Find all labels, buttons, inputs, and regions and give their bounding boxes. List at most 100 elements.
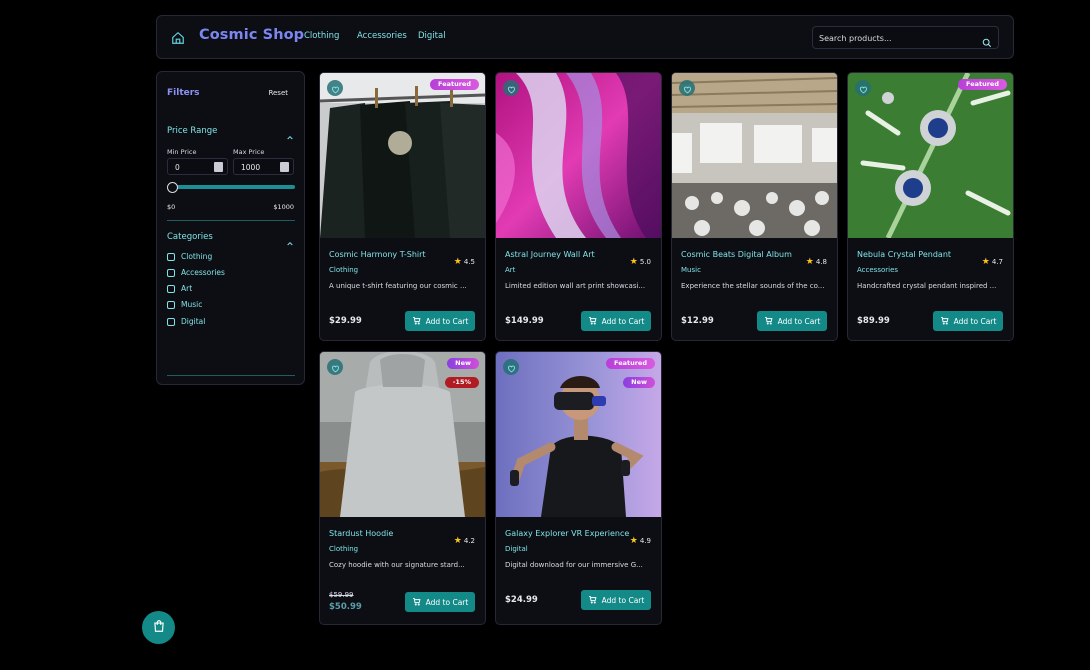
product-price: $12.99 [681, 316, 714, 326]
product-name[interactable]: Cosmic Beats Digital Album [681, 250, 801, 259]
star-icon: ★ [805, 257, 814, 267]
product-card[interactable]: New -15% Stardust Hoodie ★ 4.2 Clothing C… [319, 351, 486, 625]
favorite-button[interactable] [503, 80, 519, 96]
sale-price: $50.99 [329, 602, 362, 612]
featured-badge: Featured [958, 79, 1007, 90]
category-art[interactable]: Art [167, 284, 192, 293]
product-description: Cozy hoodie with our signature stard... [329, 561, 465, 569]
product-rating: ★ 4.8 [805, 257, 827, 267]
product-card[interactable]: Cosmic Beats Digital Album ★ 4.8 Music Ex… [671, 72, 838, 341]
floating-cart-button[interactable] [142, 611, 175, 644]
product-description: A unique t-shirt featuring our cosmic ..… [329, 282, 467, 290]
category-accessories[interactable]: Accessories [167, 268, 225, 277]
nav-link-clothing[interactable]: Clothing [304, 31, 339, 41]
nav-link-accessories[interactable]: Accessories [357, 31, 407, 41]
stepper-icon[interactable] [214, 162, 223, 172]
divider [167, 375, 295, 376]
product-category: Art [505, 266, 516, 274]
search-icon[interactable] [982, 33, 992, 48]
chevron-up-icon[interactable] [286, 233, 294, 246]
reset-filters-button[interactable]: Reset [268, 89, 288, 97]
product-name[interactable]: Galaxy Explorer VR Experience [505, 529, 645, 538]
product-image[interactable] [672, 73, 837, 238]
checkbox[interactable] [167, 317, 175, 326]
max-price-input[interactable] [241, 161, 279, 173]
checkbox[interactable] [167, 252, 175, 261]
product-description: Handcrafted crystal pendant inspired ... [857, 282, 997, 290]
product-rating: ★ 5.0 [629, 257, 651, 267]
cart-icon [588, 595, 597, 606]
product-card[interactable]: Featured Nebula Crystal Pendant ★ 4.7 Acc… [847, 72, 1014, 341]
product-name[interactable]: Cosmic Harmony T-Shirt [329, 250, 449, 259]
cart-icon [764, 316, 773, 327]
cart-icon [412, 316, 421, 327]
product-card[interactable]: Featured Cosmic Harmony T-Shirt ★ 4.5 Clo… [319, 72, 486, 341]
shopping-bag-icon [152, 618, 166, 637]
nav-link-digital[interactable]: Digital [418, 31, 446, 41]
product-category: Clothing [329, 545, 359, 553]
product-image[interactable] [496, 73, 661, 238]
max-price-label: Max Price [233, 148, 265, 156]
product-price: $29.99 [329, 316, 362, 326]
price-slider-thumb[interactable] [167, 182, 178, 193]
price-slider-track[interactable] [167, 185, 295, 189]
checkbox[interactable] [167, 300, 175, 309]
add-to-cart-button[interactable]: Add to Cart [405, 311, 475, 331]
product-category: Music [681, 266, 701, 274]
star-icon: ★ [981, 257, 990, 267]
product-rating: ★ 4.2 [453, 536, 475, 546]
add-to-cart-button[interactable]: Add to Cart [933, 311, 1003, 331]
product-category: Clothing [329, 266, 359, 274]
add-to-cart-button[interactable]: Add to Cart [757, 311, 827, 331]
cart-icon [940, 316, 949, 327]
product-name[interactable]: Stardust Hoodie [329, 529, 449, 538]
checkbox[interactable] [167, 268, 175, 277]
original-price: $59.99 [329, 591, 354, 599]
max-price-field [233, 158, 294, 175]
category-music[interactable]: Music [167, 300, 202, 309]
product-description: Experience the stellar sounds of the co.… [681, 282, 825, 290]
stepper-icon[interactable] [280, 162, 289, 172]
min-price-field [167, 158, 228, 175]
product-price: $149.99 [505, 316, 544, 326]
category-clothing[interactable]: Clothing [167, 252, 212, 261]
add-to-cart-button[interactable]: Add to Cart [405, 592, 475, 612]
heart-icon [507, 358, 516, 377]
product-category: Digital [505, 545, 528, 553]
product-image[interactable] [848, 73, 1013, 238]
product-description: Limited edition wall art print showcasi.… [505, 282, 646, 290]
heart-icon [683, 79, 692, 98]
heart-icon [331, 79, 340, 98]
add-to-cart-button[interactable]: Add to Cart [581, 311, 651, 331]
search-input[interactable] [819, 30, 979, 46]
divider [167, 220, 295, 221]
min-price-input[interactable] [175, 161, 213, 173]
add-to-cart-button[interactable]: Add to Cart [581, 590, 651, 610]
favorite-button[interactable] [679, 80, 695, 96]
product-card[interactable]: Astral Journey Wall Art ★ 5.0 Art Limited… [495, 72, 662, 341]
min-price-label: Min Price [167, 148, 197, 156]
product-rating: ★ 4.7 [981, 257, 1003, 267]
chevron-up-icon[interactable] [286, 127, 294, 140]
product-category: Accessories [857, 266, 899, 274]
cart-icon [588, 316, 597, 327]
favorite-button[interactable] [855, 80, 871, 96]
product-rating: ★ 4.5 [453, 257, 475, 267]
favorite-button[interactable] [503, 359, 519, 375]
product-image[interactable] [320, 73, 485, 238]
category-digital[interactable]: Digital [167, 317, 205, 326]
range-max-label: $1000 [273, 203, 294, 211]
new-badge: New [623, 377, 655, 388]
top-navbar: Cosmic Shop Clothing Accessories Digital [156, 15, 1014, 59]
product-card[interactable]: Featured New Galaxy Explorer VR Experien… [495, 351, 662, 625]
heart-icon [331, 358, 340, 377]
filters-panel: Filters Reset Price Range Min Price Max … [156, 71, 305, 385]
favorite-button[interactable] [327, 359, 343, 375]
product-name[interactable]: Astral Journey Wall Art [505, 250, 625, 259]
checkbox[interactable] [167, 284, 175, 293]
brand-logo[interactable]: Cosmic Shop [199, 27, 304, 43]
home-icon[interactable] [171, 30, 185, 44]
favorite-button[interactable] [327, 80, 343, 96]
product-rating: ★ 4.9 [629, 536, 651, 546]
product-name[interactable]: Nebula Crystal Pendant [857, 250, 977, 259]
